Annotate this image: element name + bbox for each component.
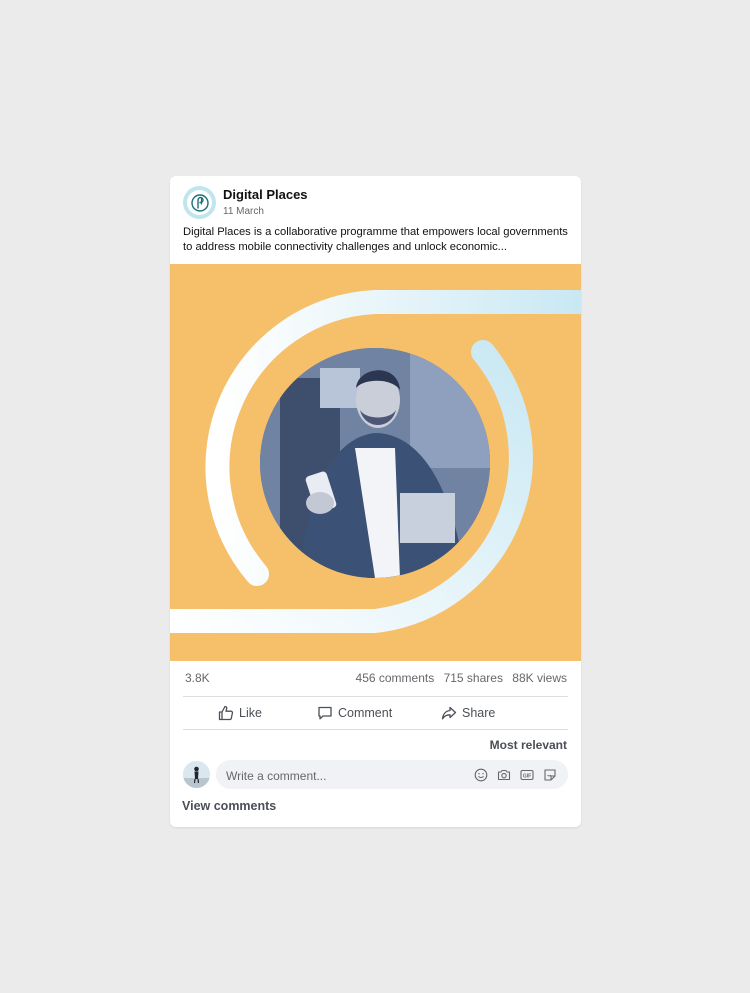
comment-label: Comment [338,706,393,720]
page-name[interactable]: Digital Places [223,187,308,202]
page-avatar[interactable] [183,186,216,219]
digital-places-logo-icon [190,193,209,212]
view-count: 88K views [512,671,567,685]
like-button[interactable]: Like [218,697,262,729]
reaction-count[interactable]: 3.8K [185,671,210,685]
comment-count[interactable]: 456 comments [356,671,435,685]
view-comments-link[interactable]: View comments [182,799,276,813]
share-icon [441,706,457,720]
post-image[interactable] [170,264,581,661]
photo-man-with-phone [260,348,490,578]
camera-icon[interactable] [496,767,511,782]
comment-box: GIF [216,760,568,791]
post-text: Digital Places is a collaborative progra… [183,226,568,253]
thumbs-up-icon [218,705,234,721]
action-bar: Like Comment Share [183,697,568,729]
comment-button[interactable]: Comment [317,697,392,729]
comment-icon [318,706,332,720]
gif-icon[interactable]: GIF [519,767,534,782]
share-count[interactable]: 715 shares [444,671,503,685]
divider-bottom [183,729,568,730]
comment-sort-dropdown[interactable]: Most relevant [490,738,567,752]
share-label: Share [462,706,496,720]
comment-input[interactable] [224,760,468,791]
comment-composer: GIF [183,760,568,791]
emoji-icon[interactable] [473,767,488,782]
share-button[interactable]: Share [441,697,495,729]
post-stats: 3.8K 456 comments 715 shares 88K views [185,671,567,687]
post-card: Digital Places 11 March Digital Places i… [170,176,581,827]
post-date[interactable]: 11 March [223,206,264,217]
svg-text:GIF: GIF [522,773,530,779]
sticker-icon[interactable] [542,767,557,782]
user-avatar[interactable] [183,761,210,788]
like-label: Like [239,706,262,720]
